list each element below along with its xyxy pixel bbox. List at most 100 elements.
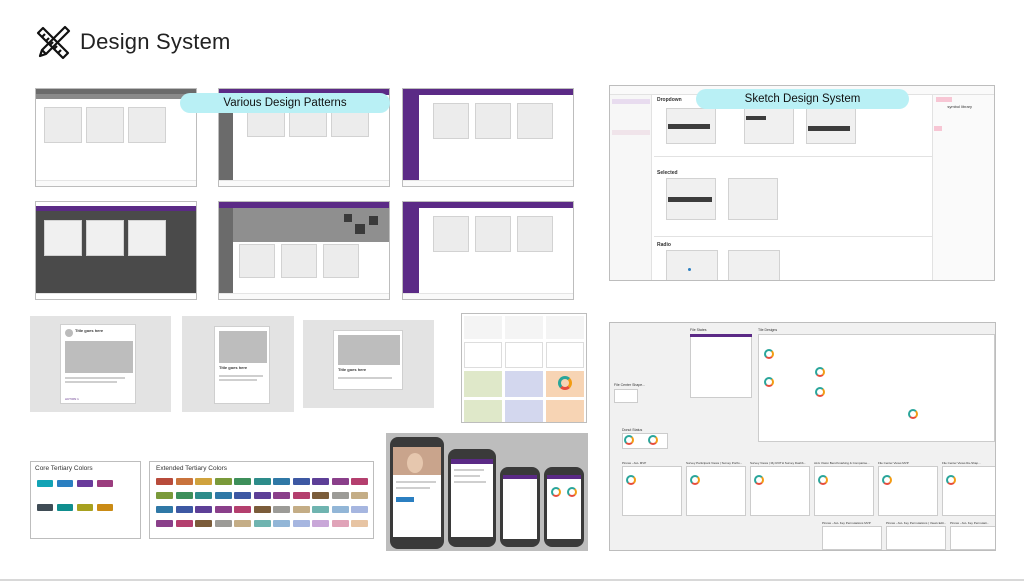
board-group-2: Tile Designs	[758, 328, 778, 332]
sketch-panel-symbol: symbol library	[947, 104, 972, 109]
extended-color-swatch	[214, 492, 232, 499]
board-card-title: File Center Views MVP	[878, 461, 909, 465]
board-card-title: Pinnax - ALL MVP	[622, 461, 647, 465]
board-donut-status: Donut Status	[622, 428, 643, 432]
board-card-donut	[818, 475, 828, 485]
card-title-2: Title goes here	[219, 365, 248, 370]
extended-color-swatch	[351, 520, 368, 527]
board-card[interactable]	[942, 466, 995, 516]
extended-color-swatch	[312, 506, 329, 513]
board-card-title: Survey Views | My ROTH Survey Dashb...	[750, 461, 807, 465]
board-card-title: ALG Vision Benchmarking & Comparise...	[814, 461, 870, 465]
card-title-3: Title goes here	[338, 367, 367, 372]
extended-color-swatch	[253, 506, 271, 513]
design-board-thumb[interactable]: File States Tile Designs File Center Sha…	[609, 322, 996, 551]
board-card[interactable]	[878, 466, 938, 516]
board-card-title: File Center Views Re-Shap...	[942, 461, 981, 465]
pattern-thumb-5[interactable]	[218, 201, 390, 300]
extended-color-swatch	[273, 478, 290, 485]
board-card-donut	[946, 475, 956, 485]
sketch-section-radio: Radio	[657, 242, 671, 248]
card-spec-3[interactable]: Title goes here	[303, 320, 434, 408]
label-design-patterns: Various Design Patterns	[180, 93, 390, 113]
card-action-1[interactable]: ACTION 1	[65, 397, 79, 401]
tile-grid-thumb[interactable]	[461, 313, 587, 423]
extended-color-swatch	[253, 478, 271, 485]
extended-color-swatch	[331, 492, 349, 499]
extended-color-swatch	[292, 492, 310, 499]
board-card-donut	[626, 475, 636, 485]
board-file-center: File Center Shape...	[614, 383, 646, 387]
board-card[interactable]	[622, 466, 682, 516]
board-group-1: File States	[690, 328, 707, 332]
board-card[interactable]	[950, 526, 995, 550]
extended-color-swatch	[214, 520, 232, 527]
extended-color-swatch	[195, 492, 212, 499]
extended-color-swatch	[292, 506, 310, 513]
extended-color-swatch	[292, 478, 310, 485]
extended-color-swatch	[331, 520, 349, 527]
extended-color-swatch	[214, 506, 232, 513]
extended-color-swatch	[234, 506, 251, 513]
extended-color-swatch	[234, 520, 251, 527]
board-card-donut	[754, 475, 764, 485]
extended-color-swatch	[195, 506, 212, 513]
pattern-thumb-6[interactable]	[402, 201, 574, 300]
extended-color-swatch	[234, 492, 251, 499]
pattern-thumb-3[interactable]	[402, 88, 574, 187]
card-spec-1[interactable]: Title goes here ACTION 1	[30, 316, 171, 412]
extended-color-swatch	[312, 478, 329, 485]
board-card[interactable]	[814, 466, 874, 516]
board-card-title: Survey Participant Views | Survey Portfo…	[686, 461, 743, 465]
board-card-title: Pinnax - ALL Key Permutations | Views Ed…	[886, 521, 946, 525]
extended-color-swatch	[195, 520, 212, 527]
extended-color-swatch	[273, 492, 290, 499]
sketch-section-dropdown: Dropdown	[657, 97, 682, 103]
core-color-swatch	[37, 504, 53, 511]
extended-color-swatch	[331, 478, 349, 485]
board-card-title: Pinnax - ALL Key Permutations MVP	[822, 521, 871, 525]
extended-color-swatch	[351, 492, 368, 499]
extended-color-swatch	[156, 520, 173, 527]
pencil-ruler-icon	[36, 25, 71, 60]
extended-color-swatch	[351, 478, 368, 485]
core-color-swatch	[77, 504, 93, 511]
extended-color-swatch	[253, 492, 271, 499]
extended-color-swatch	[234, 478, 251, 485]
core-color-swatch	[57, 504, 73, 511]
extended-colors-title: Extended Tertiary Colors	[156, 465, 228, 472]
extended-color-swatch	[273, 506, 290, 513]
core-color-swatch	[57, 480, 73, 487]
extended-color-swatch	[253, 520, 271, 527]
board-card-title: Pinnax - ALL Key Permutati...	[950, 521, 990, 525]
extended-color-swatch	[175, 520, 193, 527]
board-card-donut	[882, 475, 892, 485]
extended-color-swatch	[331, 506, 349, 513]
extended-color-swatch	[292, 520, 310, 527]
extended-color-swatch	[175, 478, 193, 485]
board-card[interactable]	[686, 466, 746, 516]
board-card[interactable]	[750, 466, 810, 516]
slide: Design System Various Design Patterns Ti…	[0, 0, 1024, 581]
label-sketch-design-system: Sketch Design System	[696, 89, 909, 109]
core-color-swatch	[37, 480, 53, 487]
extended-color-swatch	[351, 506, 368, 513]
pattern-thumb-4[interactable]	[35, 201, 197, 300]
extended-color-swatch	[156, 492, 173, 499]
board-card[interactable]	[886, 526, 946, 550]
extended-color-swatch	[175, 506, 193, 513]
extended-colors-panel[interactable]: Extended Tertiary Colors	[149, 461, 374, 539]
sketch-section-selected: Selected	[657, 170, 678, 176]
extended-color-swatch	[312, 520, 329, 527]
pattern-thumb-1[interactable]	[35, 88, 197, 187]
core-colors-panel[interactable]: Core Tertiary Colors	[30, 461, 141, 539]
core-color-swatch	[97, 480, 113, 487]
sketch-design-system-thumb[interactable]: Dropdown Selected Radio symbol library	[609, 85, 995, 281]
extended-color-swatch	[156, 506, 173, 513]
card-spec-2[interactable]: Title goes here	[182, 316, 294, 412]
extended-color-swatch	[175, 492, 193, 499]
extended-color-swatch	[195, 478, 212, 485]
mobile-mockups[interactable]	[386, 433, 588, 551]
board-card[interactable]	[822, 526, 882, 550]
extended-color-swatch	[214, 478, 232, 485]
